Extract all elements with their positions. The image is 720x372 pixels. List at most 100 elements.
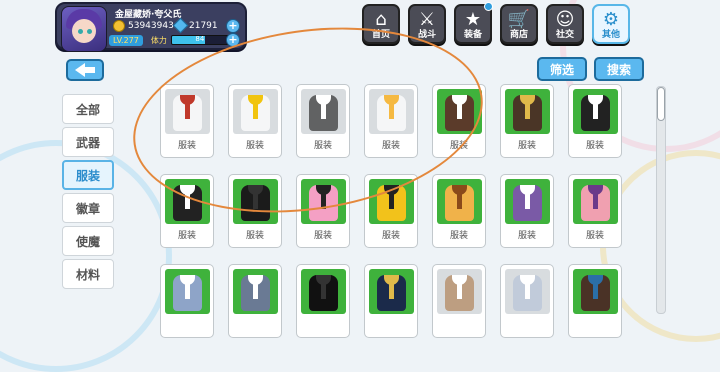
nav-chat-button[interactable]: ☺ 社交 [546, 4, 584, 44]
search-button[interactable]: 搜索 [594, 57, 644, 81]
costume-icon [573, 179, 618, 224]
costume-icon [369, 179, 414, 224]
category-tab[interactable]: 徽章 [62, 193, 114, 223]
category-tab[interactable]: 全部 [62, 94, 114, 124]
costume-icon [301, 89, 346, 134]
nav-sword-button[interactable]: ⚔ 战斗 [408, 4, 446, 44]
costume-icon [505, 89, 550, 134]
costume-item-card[interactable]: 服装 [228, 174, 282, 248]
item-label: 服装 [245, 141, 264, 151]
item-label: 服装 [177, 231, 196, 241]
category-tab[interactable]: 使魔 [62, 226, 114, 256]
item-label: 服装 [245, 231, 264, 241]
item-label: 服装 [449, 231, 468, 241]
category-sidebar: 全部 武器 服装 徽章 使魔 材料 [62, 94, 114, 292]
item-label: 服装 [381, 231, 400, 241]
costume-icon [369, 269, 414, 314]
costume-item-card[interactable]: 服装 [296, 84, 350, 158]
add-gems-button[interactable]: + [226, 19, 240, 33]
nav-gear-button[interactable]: ⚙ 其他 [592, 4, 630, 44]
scrollbar-thumb[interactable] [657, 87, 665, 121]
nav-cart-button[interactable]: 🛒 商店 [500, 4, 538, 44]
costume-item-card[interactable] [568, 264, 622, 338]
gear-icon: ⚙ [602, 9, 620, 30]
cart-icon: 🛒 [507, 9, 531, 30]
gem-icon [172, 17, 189, 34]
star-icon: ★ [464, 9, 482, 30]
costume-item-card[interactable] [500, 264, 554, 338]
costume-item-card[interactable] [296, 264, 350, 338]
costume-item-card[interactable]: 服装 [296, 174, 350, 248]
item-label: 服装 [585, 231, 604, 241]
avatar[interactable] [61, 6, 107, 52]
costume-item-card[interactable]: 服装 [160, 84, 214, 158]
back-arrow-icon [75, 63, 85, 77]
scrollbar[interactable] [656, 86, 666, 314]
item-label: 服装 [517, 141, 536, 151]
costume-icon [233, 269, 278, 314]
costume-item-card[interactable]: 服装 [500, 84, 554, 158]
item-label: 服装 [313, 231, 332, 241]
nav-home-button[interactable]: ⌂ 首页 [362, 4, 400, 44]
costume-item-card[interactable] [432, 264, 486, 338]
gem-amount: 21791 [189, 20, 218, 31]
costume-icon [165, 179, 210, 224]
costume-item-card[interactable]: 服装 [364, 84, 418, 158]
level-stamina-row: LV.277 体力 84 [107, 34, 243, 46]
item-label: 服装 [381, 141, 400, 151]
chat-icon: ☺ [555, 9, 575, 30]
item-label: 服装 [585, 141, 604, 151]
costume-icon [573, 269, 618, 314]
coin-amount: 53943943 [128, 21, 174, 31]
back-button[interactable] [66, 59, 104, 81]
costume-item-card[interactable] [160, 264, 214, 338]
filter-button[interactable]: 筛选 [537, 57, 587, 81]
costume-item-card[interactable]: 服装 [568, 84, 622, 158]
item-label: 服装 [313, 141, 332, 151]
category-tab[interactable]: 武器 [62, 127, 114, 157]
stamina-bar: 84 [170, 35, 229, 45]
stamina-value: 84 [195, 35, 205, 43]
category-tab[interactable]: 服装 [62, 160, 114, 190]
costume-icon [301, 269, 346, 314]
costume-icon [505, 269, 550, 314]
nav-star-button[interactable]: ★ 装备 [454, 2, 493, 44]
costume-icon [437, 89, 482, 134]
costume-item-card[interactable] [228, 264, 282, 338]
item-label: 服装 [517, 231, 536, 241]
player-info-panel[interactable]: 金屋藏娇·夸父氏 53943943 21791 + LV.277 体力 84 + [55, 2, 247, 52]
add-stamina-button[interactable]: + [226, 33, 240, 47]
coin-icon [113, 20, 125, 32]
costume-item-card[interactable]: 服装 [228, 84, 282, 158]
category-tab[interactable]: 材料 [62, 259, 114, 289]
costume-icon [233, 179, 278, 224]
top-navigation: ⌂ 首页 ⚔ 战斗 ★ 装备 🛒 商店 ☺ 社交 ⚙ 其他 [362, 2, 630, 44]
costume-item-card[interactable]: 服装 [568, 174, 622, 248]
costume-item-card[interactable]: 服装 [364, 174, 418, 248]
costume-icon [437, 179, 482, 224]
costume-item-card[interactable]: 服装 [432, 174, 486, 248]
stamina-label: 体力 [150, 35, 167, 45]
item-label: 服装 [177, 141, 196, 151]
costume-icon [165, 269, 210, 314]
costume-item-card[interactable]: 服装 [160, 174, 214, 248]
costume-item-card[interactable] [364, 264, 418, 338]
costume-icon [301, 179, 346, 224]
costume-icon [505, 179, 550, 224]
costume-item-card[interactable]: 服装 [500, 174, 554, 248]
costume-icon [233, 89, 278, 134]
costume-icon [165, 89, 210, 134]
item-label: 服装 [449, 141, 468, 151]
sword-icon: ⚔ [418, 9, 436, 30]
costume-item-card[interactable]: 服装 [432, 84, 486, 158]
notification-dot [484, 2, 493, 11]
gem-counter: 21791 [172, 17, 218, 34]
level-badge: LV.277 [109, 34, 143, 46]
costume-icon [573, 89, 618, 134]
home-icon: ⌂ [375, 9, 387, 30]
coin-counter: 53943943 [113, 20, 174, 32]
costume-icon [437, 269, 482, 314]
costume-icon [369, 89, 414, 134]
item-grid: 服装 服装 服装 服装 服装 服装 服装 服装 服装 服装 服装 服装 服装 服装 [160, 84, 622, 338]
player-name: 金屋藏娇·夸父氏 [115, 10, 182, 20]
